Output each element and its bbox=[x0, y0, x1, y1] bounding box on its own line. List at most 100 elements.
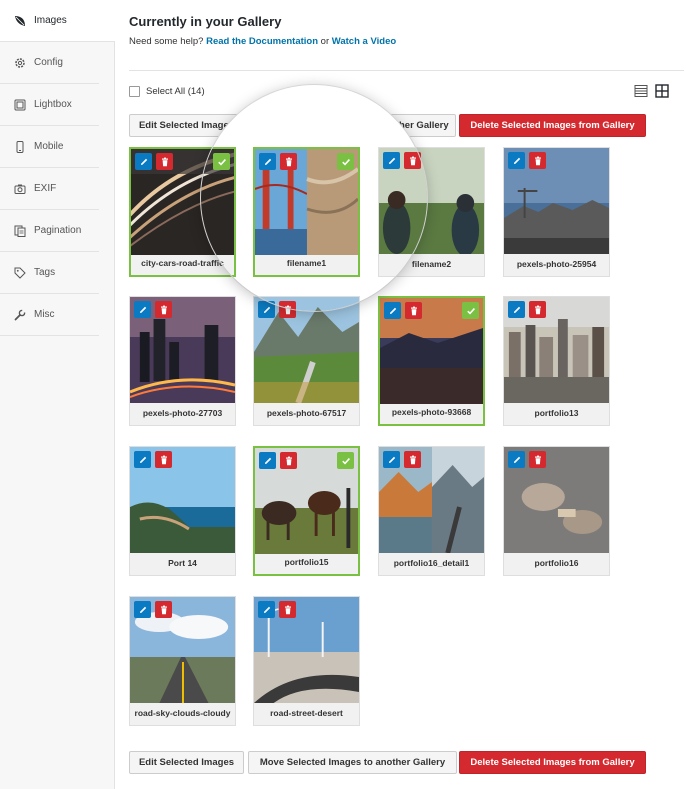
edit-icon[interactable] bbox=[259, 153, 276, 170]
sidebar-item-label: Lightbox bbox=[34, 99, 72, 110]
image-filename: filename1 bbox=[286, 258, 327, 268]
select-all-label: Select All (14) bbox=[146, 86, 205, 97]
sidebar-item-label: EXIF bbox=[34, 183, 57, 194]
image-tile[interactable]: pexels-photo-93668 bbox=[378, 296, 485, 426]
sidebar-item-pagination[interactable]: Pagination bbox=[0, 210, 99, 252]
trash-icon[interactable] bbox=[279, 301, 296, 311]
sidebar-item-label: Images bbox=[34, 15, 67, 26]
edit-icon[interactable] bbox=[134, 601, 151, 618]
video-link[interactable]: Watch a Video bbox=[332, 36, 396, 47]
page-title: Currently in your Gallery bbox=[129, 14, 282, 29]
edit-icon[interactable] bbox=[258, 601, 275, 618]
trash-icon[interactable] bbox=[529, 152, 546, 169]
sidebar-item-label: Tags bbox=[34, 267, 56, 278]
checkmark-icon[interactable] bbox=[462, 302, 479, 319]
sidebar-item-tags[interactable]: Tags bbox=[0, 252, 99, 294]
image-tile[interactable]: portfolio15 bbox=[253, 446, 360, 576]
edit-icon[interactable] bbox=[508, 301, 525, 318]
image-tile[interactable]: Port 14 bbox=[129, 446, 236, 576]
image-tile[interactable]: portfolio16 bbox=[503, 446, 610, 576]
checkmark-icon[interactable] bbox=[337, 452, 354, 469]
leaf-icon bbox=[14, 15, 26, 27]
sidebar-item-mobile[interactable]: Mobile bbox=[0, 126, 99, 168]
edit-icon[interactable] bbox=[383, 152, 400, 169]
image-filename: pexels-photo-67517 bbox=[266, 408, 347, 418]
sidebar-item-lightbox[interactable]: Lightbox bbox=[0, 84, 99, 126]
image-filename: portfolio15 bbox=[284, 557, 329, 567]
image-tile[interactable]: portfolio16_detail1 bbox=[378, 446, 485, 576]
edit-icon[interactable] bbox=[508, 152, 525, 169]
wrench-icon bbox=[14, 309, 26, 321]
image-filename: pexels-photo-25954 bbox=[516, 259, 597, 269]
delete-selected-button-top[interactable]: Delete Selected Images from Gallery bbox=[459, 114, 646, 137]
move-selected-button-bottom[interactable]: Move Selected Images to another Gallery bbox=[248, 751, 457, 774]
image-filename: portfolio16_detail1 bbox=[393, 558, 470, 568]
image-filename: portfolio16 bbox=[534, 558, 579, 568]
sidebar-item-images[interactable]: Images bbox=[0, 0, 115, 42]
edit-icon[interactable] bbox=[258, 301, 275, 311]
edit-selected-button-bottom[interactable]: Edit Selected Images bbox=[129, 751, 244, 774]
edit-icon[interactable] bbox=[135, 153, 152, 170]
magnified-image-tile[interactable]: filename1 bbox=[253, 147, 360, 277]
select-all[interactable]: Select All (14) bbox=[129, 86, 205, 97]
trash-icon[interactable] bbox=[155, 601, 172, 618]
image-filename: filename2 bbox=[411, 259, 427, 269]
edit-icon[interactable] bbox=[383, 451, 400, 468]
gallery-app: Images Config Lightbox Mobile EXIF Pagin… bbox=[0, 0, 686, 789]
sidebar-item-label: Mobile bbox=[34, 141, 64, 152]
image-filename: road-sky-clouds-cloudy bbox=[134, 708, 231, 718]
edit-icon[interactable] bbox=[134, 451, 151, 468]
sidebar-item-config[interactable]: Config bbox=[0, 42, 99, 84]
edit-icon[interactable] bbox=[134, 301, 151, 318]
main-content: Currently in your Gallery Need some help… bbox=[116, 0, 686, 789]
trash-icon[interactable] bbox=[279, 601, 296, 618]
image-tile[interactable]: pexels-photo-67517 bbox=[253, 296, 360, 311]
checkmark-icon[interactable] bbox=[337, 153, 354, 170]
image-tile[interactable]: filename2 bbox=[378, 147, 427, 277]
trash-icon[interactable] bbox=[155, 451, 172, 468]
trash-icon[interactable] bbox=[529, 301, 546, 318]
documentation-link[interactable]: Read the Documentation bbox=[206, 36, 318, 47]
image-tile[interactable]: city-cars-road-traffic bbox=[201, 147, 236, 277]
list-view-icon[interactable] bbox=[634, 84, 648, 98]
trash-icon[interactable] bbox=[529, 451, 546, 468]
gear-icon bbox=[14, 57, 26, 69]
image-tile[interactable]: pexels-photo-27703 bbox=[129, 296, 236, 426]
grid-view-icon[interactable] bbox=[655, 84, 669, 98]
magnifier-lens: filename1 city-cars-road-traffic filename2… bbox=[201, 85, 427, 311]
image-filename: road-street-desert bbox=[270, 708, 343, 718]
trash-icon[interactable] bbox=[404, 152, 421, 169]
trash-icon[interactable] bbox=[156, 153, 173, 170]
trash-icon[interactable] bbox=[404, 451, 421, 468]
image-tile[interactable]: pexels-photo-67517 bbox=[253, 296, 360, 426]
checkmark-icon[interactable] bbox=[213, 153, 230, 170]
help-prefix: Need some help? bbox=[129, 36, 204, 47]
sidebar-item-label: Misc bbox=[34, 309, 55, 320]
pages-icon bbox=[14, 225, 26, 237]
help-line: Need some help? Read the Documentation o… bbox=[129, 36, 396, 47]
sidebar-item-misc[interactable]: Misc bbox=[0, 294, 99, 336]
image-tile[interactable]: road-sky-clouds-cloudy bbox=[129, 596, 236, 726]
sidebar-item-exif[interactable]: EXIF bbox=[0, 168, 99, 210]
trash-icon[interactable] bbox=[155, 301, 172, 318]
image-tile[interactable]: pexels-photo-25954 bbox=[503, 147, 610, 277]
trash-icon[interactable] bbox=[280, 452, 297, 469]
image-filename: portfolio13 bbox=[534, 408, 579, 418]
select-all-checkbox[interactable] bbox=[129, 86, 140, 97]
delete-selected-button-bottom[interactable]: Delete Selected Images from Gallery bbox=[459, 751, 646, 774]
sidebar-item-label: Pagination bbox=[34, 225, 82, 236]
sidebar: Images Config Lightbox Mobile EXIF Pagin… bbox=[0, 0, 115, 789]
image-tile[interactable]: portfolio13 bbox=[503, 296, 610, 426]
image-filename: city-cars-road-traffic bbox=[201, 258, 224, 268]
image-tile[interactable]: road-street-desert bbox=[253, 596, 360, 726]
sidebar-item-label: Config bbox=[34, 57, 63, 68]
image-filename: pexels-photo-93668 bbox=[391, 407, 472, 417]
edit-icon[interactable] bbox=[508, 451, 525, 468]
help-or: or bbox=[320, 36, 330, 47]
trash-icon[interactable] bbox=[280, 153, 297, 170]
lightbox-icon bbox=[14, 99, 26, 111]
magnified-tile-area: filename1 city-cars-road-traffic filename2… bbox=[201, 85, 427, 311]
image-filename: Port 14 bbox=[168, 558, 197, 568]
camera-icon bbox=[14, 183, 26, 195]
edit-icon[interactable] bbox=[259, 452, 276, 469]
